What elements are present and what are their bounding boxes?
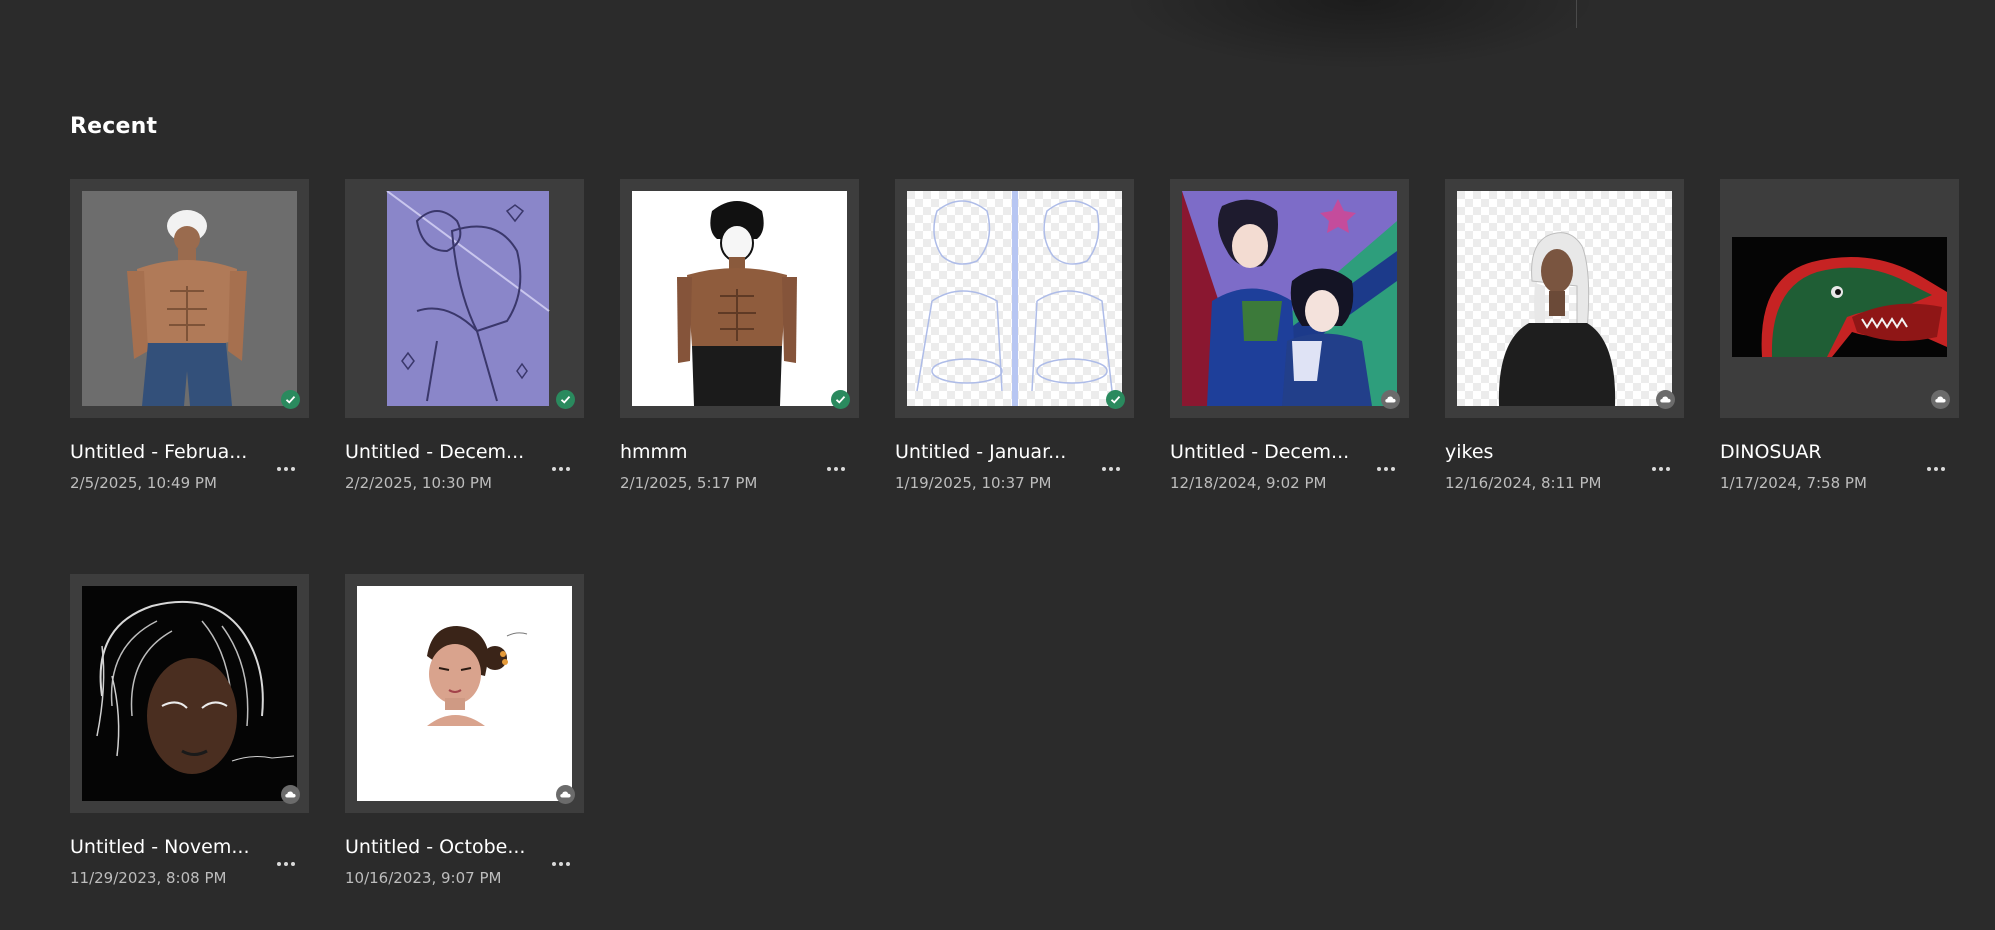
more-options-button[interactable] [271, 457, 301, 481]
file-date: 10/16/2023, 9:07 PM [345, 869, 502, 887]
file-title: DINOSUAR [1720, 441, 1822, 463]
file-date: 12/16/2024, 8:11 PM [1445, 474, 1602, 492]
file-title: hmmm [620, 441, 688, 463]
file-card[interactable]: Untitled - Decem... 12/18/2024, 9:02 PM [1170, 179, 1409, 535]
synced-status-badge [281, 390, 300, 409]
artwork-preview [1182, 191, 1397, 406]
synced-status-badge [1106, 390, 1125, 409]
artwork-preview [82, 191, 297, 406]
artwork-preview [357, 191, 572, 406]
file-card[interactable]: DINOSUAR 1/17/2024, 7:58 PM [1720, 179, 1959, 535]
artwork-preview [1457, 191, 1672, 406]
file-thumbnail[interactable] [620, 179, 859, 418]
file-date: 11/29/2023, 8:08 PM [70, 869, 227, 887]
cloud-status-badge [556, 785, 575, 804]
file-thumbnail[interactable] [1170, 179, 1409, 418]
file-title: Untitled - Decem... [1170, 441, 1350, 463]
file-thumbnail[interactable] [70, 574, 309, 813]
file-card[interactable]: Untitled - Novem... 11/29/2023, 8:08 PM [70, 574, 309, 930]
more-options-button[interactable] [271, 852, 301, 876]
file-thumbnail[interactable] [1445, 179, 1684, 418]
synced-status-badge [831, 390, 850, 409]
synced-status-badge [556, 390, 575, 409]
more-options-button[interactable] [1646, 457, 1676, 481]
cloud-icon [1385, 396, 1396, 403]
file-thumbnail[interactable] [345, 574, 584, 813]
more-options-button[interactable] [546, 457, 576, 481]
section-title: Recent [70, 114, 158, 139]
file-date: 1/19/2025, 10:37 PM [895, 474, 1052, 492]
cloud-status-badge [1381, 390, 1400, 409]
more-options-button[interactable] [1921, 457, 1951, 481]
file-card[interactable]: Untitled - Januar... 1/19/2025, 10:37 PM [895, 179, 1134, 535]
cloud-icon [1935, 396, 1946, 403]
file-card[interactable]: Untitled - Decem... 2/2/2025, 10:30 PM [345, 179, 584, 535]
top-bar-divider [1576, 0, 1577, 28]
file-thumbnail[interactable] [895, 179, 1134, 418]
check-icon [1110, 395, 1121, 404]
file-card[interactable]: Untitled - Februa... 2/5/2025, 10:49 PM [70, 179, 309, 535]
file-card[interactable]: Untitled - Octobe... 10/16/2023, 9:07 PM [345, 574, 584, 930]
check-icon [560, 395, 571, 404]
file-date: 1/17/2024, 7:58 PM [1720, 474, 1867, 492]
file-thumbnail[interactable] [1720, 179, 1959, 418]
file-title: Untitled - Decem... [345, 441, 525, 463]
artwork-preview [357, 586, 572, 801]
check-icon [835, 395, 846, 404]
more-options-button[interactable] [821, 457, 851, 481]
artwork-preview [1732, 237, 1947, 357]
file-thumbnail[interactable] [70, 179, 309, 418]
cloud-icon [285, 791, 296, 798]
file-thumbnail[interactable] [345, 179, 584, 418]
top-bar-shadow [1120, 0, 1600, 70]
file-title: Untitled - Octobe... [345, 836, 526, 858]
check-icon [285, 395, 296, 404]
artwork-preview [907, 191, 1122, 406]
file-title: Untitled - Novem... [70, 836, 250, 858]
file-date: 2/1/2025, 5:17 PM [620, 474, 758, 492]
cloud-status-badge [1656, 390, 1675, 409]
more-options-button[interactable] [1371, 457, 1401, 481]
recent-files-grid: Untitled - Februa... 2/5/2025, 10:49 PM [70, 179, 1970, 930]
cloud-status-badge [1931, 390, 1950, 409]
artwork-preview [82, 586, 297, 801]
file-title: Untitled - Januar... [895, 441, 1067, 463]
file-card[interactable]: hmmm 2/1/2025, 5:17 PM [620, 179, 859, 535]
cloud-icon [1660, 396, 1671, 403]
file-date: 2/5/2025, 10:49 PM [70, 474, 217, 492]
file-title: Untitled - Februa... [70, 441, 248, 463]
file-card[interactable]: yikes 12/16/2024, 8:11 PM [1445, 179, 1684, 535]
artwork-preview [632, 191, 847, 406]
file-date: 2/2/2025, 10:30 PM [345, 474, 492, 492]
cloud-icon [560, 791, 571, 798]
more-options-button[interactable] [546, 852, 576, 876]
file-title: yikes [1445, 441, 1494, 463]
cloud-status-badge [281, 785, 300, 804]
more-options-button[interactable] [1096, 457, 1126, 481]
file-date: 12/18/2024, 9:02 PM [1170, 474, 1327, 492]
